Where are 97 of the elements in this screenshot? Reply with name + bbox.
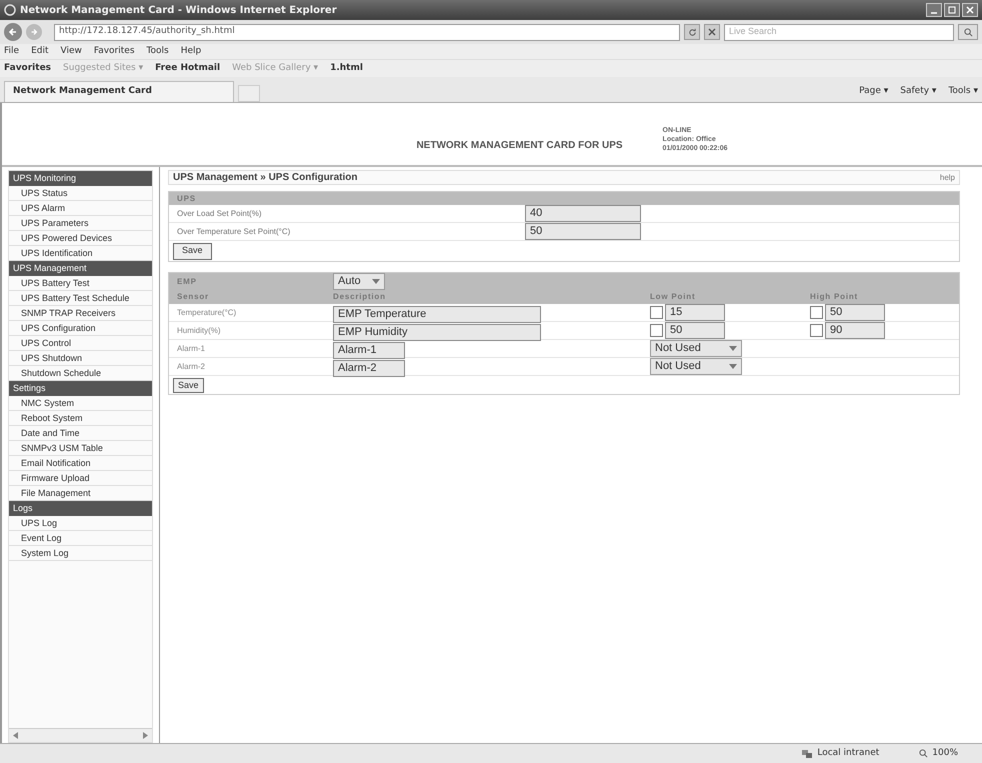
chevron-down-icon [729, 364, 737, 369]
minimize-button[interactable] [926, 3, 942, 17]
close-button[interactable] [962, 3, 978, 17]
sidebar-item[interactable]: SNMP TRAP Receivers [9, 306, 152, 321]
sidebar-item[interactable]: UPS Log [9, 516, 152, 531]
sensor-label: Temperature(°C) [176, 306, 238, 318]
sidebar-item[interactable]: UPS Shutdown [9, 351, 152, 366]
sidebar-item[interactable]: Email Notification [9, 456, 152, 471]
close-icon [966, 6, 974, 14]
sidebar-group-header[interactable]: Logs [9, 501, 152, 516]
input-field[interactable]: 15 [665, 304, 725, 321]
sidebar-item[interactable]: Reboot System [9, 411, 152, 426]
setting-label: Over Temperature Set Point(°C) [176, 226, 292, 238]
favorites-link[interactable]: 1.html [330, 62, 363, 76]
sidebar-item[interactable]: NMC System [9, 396, 152, 411]
sidebar-group-header[interactable]: UPS Management [9, 261, 152, 276]
sensor-label: Humidity(%) [176, 324, 222, 336]
input-field[interactable]: EMP Temperature [333, 306, 541, 322]
sidebar-item[interactable]: UPS Status [9, 186, 152, 201]
forward-arrow-icon [30, 28, 38, 36]
input-field[interactable]: Alarm-1 [333, 342, 405, 358]
search-button[interactable] [958, 24, 978, 40]
column-header: High Point [810, 291, 858, 303]
checkbox[interactable] [810, 324, 823, 337]
sidebar-item[interactable]: SNMPv3 USM Table [9, 441, 152, 456]
menu-item[interactable]: Tools [146, 44, 169, 58]
command-button[interactable]: Tools ▾ [948, 84, 978, 98]
input-field[interactable]: 90 [825, 322, 885, 339]
back-button[interactable] [4, 23, 22, 41]
left-arrow-icon [13, 732, 18, 739]
sidebar-group-header[interactable]: UPS Monitoring [9, 171, 152, 186]
sidebar-group-header[interactable]: Settings [9, 381, 152, 396]
sidebar-item[interactable]: UPS Battery Test Schedule [9, 291, 152, 306]
dropdown[interactable]: Not Used [650, 340, 742, 357]
browser-tab[interactable]: Network Management Card [4, 81, 234, 102]
magnifier-icon [919, 749, 928, 758]
input-field[interactable]: 50 [665, 322, 725, 339]
maximize-button[interactable] [944, 3, 960, 17]
setting-label: Over Load Set Point(%) [176, 208, 262, 220]
sidebar-item[interactable]: UPS Battery Test [9, 276, 152, 291]
checkbox[interactable] [650, 306, 663, 319]
sidebar-item[interactable]: UPS Configuration [9, 321, 152, 336]
input-field[interactable]: 50 [525, 223, 641, 240]
sidebar-item[interactable]: Firmware Upload [9, 471, 152, 486]
search-icon [964, 28, 972, 36]
browser-icon [4, 4, 16, 16]
back-arrow-icon [8, 27, 18, 37]
maximize-icon [948, 6, 956, 14]
stop-button[interactable] [704, 24, 720, 40]
sidebar-item[interactable]: UPS Control [9, 336, 152, 351]
network-icon [801, 748, 814, 758]
dropdown[interactable]: Not Used [650, 358, 742, 375]
sensor-label: Alarm-2 [176, 360, 206, 372]
save-button[interactable]: Save [173, 378, 204, 392]
save-button[interactable]: Save [173, 242, 212, 260]
input-field[interactable]: Alarm-2 [333, 360, 405, 376]
right-arrow-icon [143, 732, 148, 739]
dropdown[interactable]: Auto [333, 273, 385, 290]
sidebar-item[interactable]: UPS Powered Devices [9, 231, 152, 246]
horizontal-scrollbar[interactable] [9, 728, 152, 742]
menu-item[interactable]: Help [180, 44, 202, 58]
sidebar-item[interactable]: Event Log [9, 531, 152, 546]
checkbox[interactable] [810, 306, 823, 319]
close-icon [708, 28, 716, 36]
command-button[interactable]: Page ▾ [859, 84, 888, 98]
menu-item[interactable]: Edit [31, 44, 48, 58]
refresh-icon [688, 28, 696, 36]
checkbox[interactable] [650, 324, 663, 337]
input-field[interactable]: 40 [525, 205, 641, 222]
menu-item[interactable]: Favorites [94, 44, 135, 58]
section-header: UPS [169, 192, 959, 205]
breadcrumb: UPS Management » UPS Configuration [173, 171, 358, 185]
column-header: Low Point [650, 291, 696, 303]
section-header: EMP [176, 276, 198, 288]
sidebar-item[interactable]: Date and Time [9, 426, 152, 441]
zone-label: Local intranet [817, 746, 880, 760]
menu-item[interactable]: File [4, 44, 20, 58]
help-link[interactable]: help [940, 172, 955, 184]
window-title: Network Management Card - Windows Internet Explorer [20, 4, 337, 18]
sidebar-item[interactable]: System Log [9, 546, 152, 561]
favorites-link[interactable]: Favorites [4, 62, 52, 76]
sidebar-item[interactable]: UPS Parameters [9, 216, 152, 231]
sensor-label: Alarm-1 [176, 342, 206, 354]
column-header: Sensor [176, 291, 210, 303]
zoom-level[interactable]: 100% [932, 746, 958, 760]
input-field[interactable]: 50 [825, 304, 885, 321]
command-button[interactable]: Safety ▾ [900, 84, 936, 98]
refresh-button[interactable] [684, 24, 700, 40]
address-field[interactable]: http://172.18.127.45/authority_sh.html [54, 24, 680, 40]
chevron-down-icon [372, 279, 380, 284]
input-field[interactable]: EMP Humidity [333, 324, 541, 340]
sidebar-item[interactable]: UPS Alarm [9, 201, 152, 216]
menu-item[interactable]: View [60, 44, 82, 58]
favorites-link[interactable]: Free Hotmail [155, 62, 220, 76]
column-header: Description [333, 291, 387, 303]
page-title: NETWORK MANAGEMENT CARD FOR UPS [416, 139, 623, 153]
chevron-down-icon [729, 346, 737, 351]
